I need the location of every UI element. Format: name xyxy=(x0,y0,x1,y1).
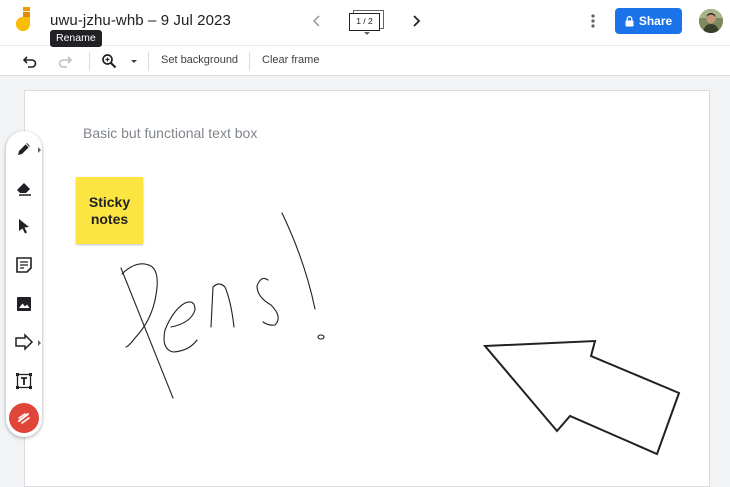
clear-frame-button[interactable]: Clear frame xyxy=(262,54,319,66)
zoom-icon[interactable] xyxy=(101,53,117,69)
share-button[interactable]: Share xyxy=(615,8,682,34)
sticky-note-icon[interactable] xyxy=(14,255,34,275)
select-icon[interactable] xyxy=(14,216,34,236)
shape-options-caret[interactable] xyxy=(38,340,41,346)
frame-count: 1 / 2 xyxy=(349,13,380,31)
shape-arrow-icon[interactable] xyxy=(14,332,34,352)
lock-icon xyxy=(625,15,634,26)
jamboard-logo[interactable] xyxy=(12,7,34,35)
arrow-shape[interactable] xyxy=(482,339,681,456)
pen-options-caret[interactable] xyxy=(38,147,41,153)
more-options-icon[interactable] xyxy=(586,12,600,30)
previous-frame-icon[interactable] xyxy=(309,12,325,30)
whiteboard-canvas[interactable]: Basic but functional text box Sticky not… xyxy=(24,90,710,487)
next-frame-icon[interactable] xyxy=(408,12,424,30)
image-icon[interactable] xyxy=(14,294,34,314)
redo-icon[interactable] xyxy=(57,53,73,69)
eraser-icon[interactable] xyxy=(14,177,34,197)
toolbar-divider xyxy=(148,52,149,71)
laser-pointer-glyph xyxy=(18,413,30,424)
ink-drawings xyxy=(120,212,681,456)
user-avatar[interactable] xyxy=(699,9,723,33)
edit-toolbar: Set background Clear frame xyxy=(0,45,730,76)
frame-indicator[interactable]: 1 / 2 xyxy=(348,8,386,38)
set-background-button[interactable]: Set background xyxy=(161,54,238,66)
text-box-icon[interactable] xyxy=(14,371,34,391)
top-bar: uwu-jzhu-whb – 9 Jul 2023 Rename 1 / 2 S… xyxy=(0,0,730,47)
share-label: Share xyxy=(638,14,673,28)
toolbar-divider xyxy=(89,52,90,71)
pen-icon[interactable] xyxy=(14,139,34,159)
jamboard-app: uwu-jzhu-whb – 9 Jul 2023 Rename 1 / 2 S… xyxy=(0,0,730,487)
toolbar-divider xyxy=(249,52,250,71)
handwritten-pens[interactable] xyxy=(120,212,325,399)
rename-tooltip: Rename xyxy=(50,30,102,47)
undo-icon[interactable] xyxy=(22,53,38,69)
jam-title[interactable]: uwu-jzhu-whb – 9 Jul 2023 xyxy=(50,12,231,29)
zoom-dropdown-icon[interactable] xyxy=(126,53,142,69)
tool-panel xyxy=(6,131,42,437)
chevron-down-icon xyxy=(364,32,370,35)
laser-icon[interactable] xyxy=(9,403,39,433)
